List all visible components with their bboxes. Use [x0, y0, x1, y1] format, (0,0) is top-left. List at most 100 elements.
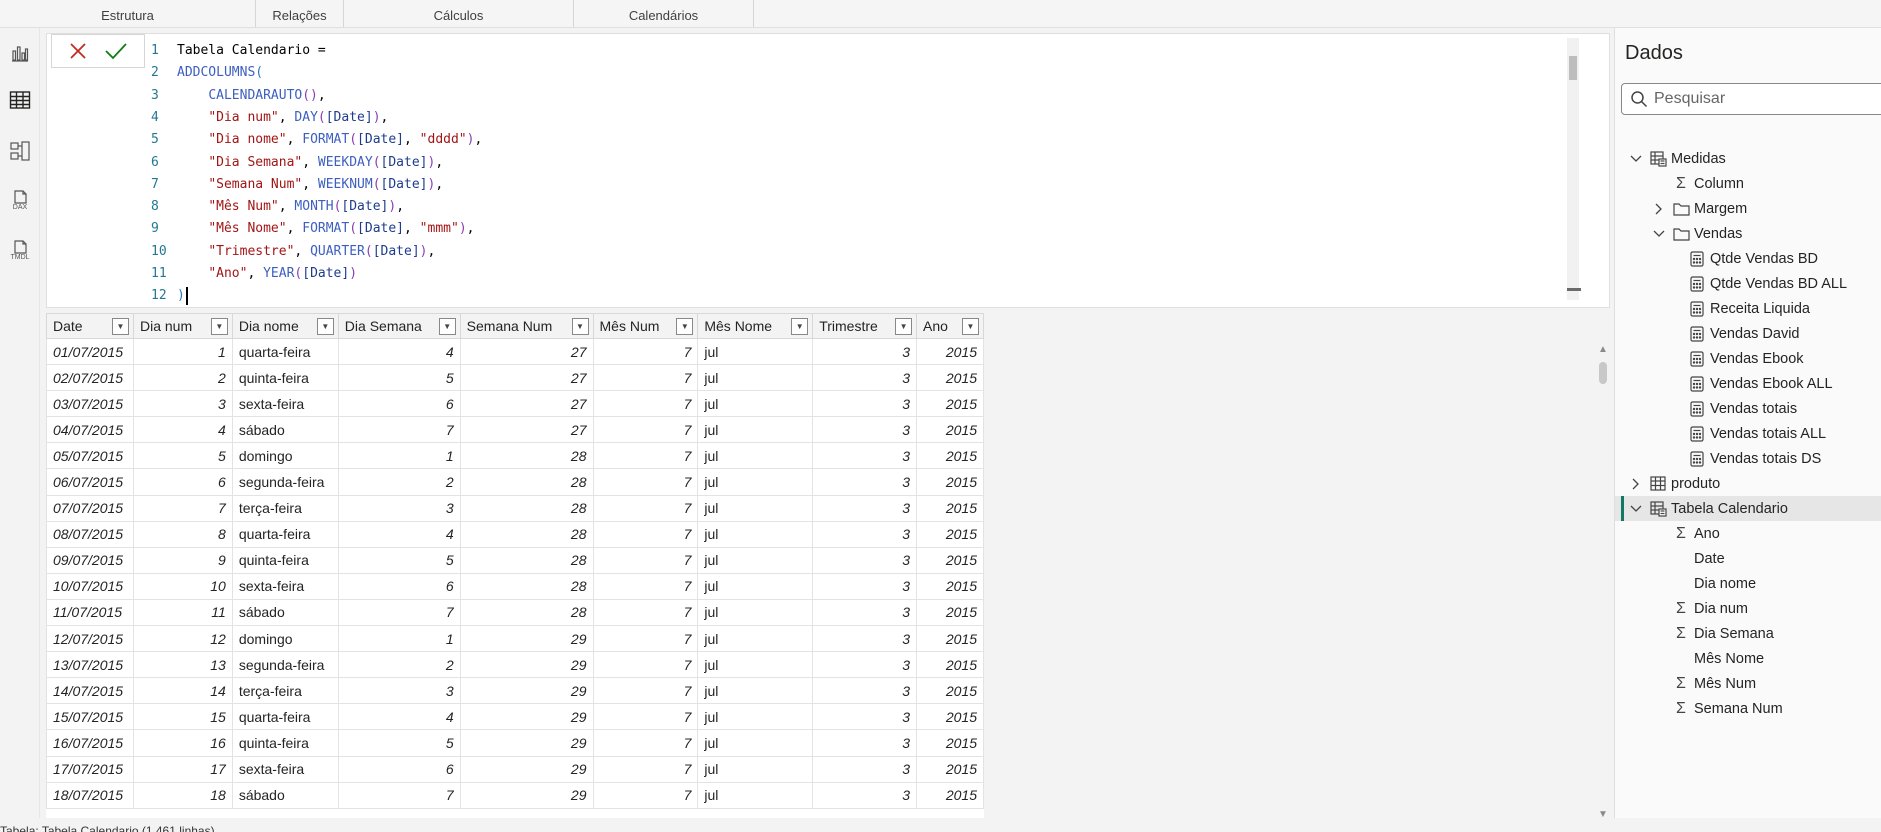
code-scrollbar[interactable]	[1567, 38, 1581, 300]
table-cell[interactable]: sábado	[231, 781, 339, 809]
table-cell[interactable]: 7	[592, 337, 699, 366]
filter-dropdown-icon[interactable]: ▼	[571, 318, 589, 335]
table-row[interactable]: 11/07/2015 11 sábado 7 28 7 jul 3 2015	[46, 598, 984, 627]
table-cell[interactable]: 2015	[916, 677, 984, 705]
table-cell[interactable]: sexta-feira	[231, 572, 339, 600]
filter-dropdown-icon[interactable]: ▼	[962, 318, 979, 335]
table-cell[interactable]: sexta-feira	[231, 755, 339, 783]
tree-item[interactable]: Σ Column	[1615, 171, 1881, 196]
table-cell[interactable]: 15	[132, 703, 233, 731]
table-cell[interactable]: 10/07/2015	[46, 572, 134, 600]
table-cell[interactable]: 2015	[916, 520, 984, 548]
table-cell[interactable]: jul	[697, 755, 814, 783]
table-cell[interactable]: terça-feira	[231, 494, 339, 522]
table-cell[interactable]: 03/07/2015	[46, 390, 134, 418]
table-view-button[interactable]	[5, 85, 35, 115]
table-cell[interactable]: 2015	[916, 416, 984, 444]
table-cell[interactable]: quinta-feira	[231, 546, 339, 574]
search-box[interactable]	[1621, 83, 1881, 115]
table-cell[interactable]: 4	[337, 520, 461, 548]
table-cell[interactable]: quinta-feira	[231, 729, 339, 757]
table-cell[interactable]: 2015	[916, 651, 984, 679]
table-cell[interactable]: 2015	[916, 546, 984, 574]
table-cell[interactable]: 3	[812, 729, 918, 757]
tree-item[interactable]: Date	[1615, 546, 1881, 571]
table-cell[interactable]: 02/07/2015	[46, 364, 134, 392]
table-cell[interactable]: quinta-feira	[231, 364, 339, 392]
filter-dropdown-icon[interactable]: ▼	[791, 318, 809, 335]
dax-query-view-button[interactable]: DAX	[5, 186, 35, 216]
table-cell[interactable]: 18	[132, 781, 233, 809]
table-row[interactable]: 05/07/2015 5 domingo 1 28 7 jul 3 2015	[46, 442, 984, 470]
table-cell[interactable]: 29	[459, 729, 594, 757]
table-cell[interactable]: 12/07/2015	[46, 625, 134, 653]
tree-item[interactable]: produto	[1615, 471, 1881, 496]
table-cell[interactable]: 14	[132, 677, 233, 705]
table-cell[interactable]: 28	[459, 598, 594, 627]
tree-item[interactable]: Σ Ano	[1615, 521, 1881, 546]
table-cell[interactable]: 04/07/2015	[46, 416, 134, 444]
table-cell[interactable]: 27	[459, 364, 594, 392]
table-cell[interactable]: 27	[459, 337, 594, 366]
cancel-button[interactable]	[68, 41, 88, 61]
tree-item[interactable]: Margem	[1615, 196, 1881, 221]
table-cell[interactable]: 7	[592, 729, 699, 757]
table-cell[interactable]: 6	[337, 572, 461, 600]
table-cell[interactable]: 3	[337, 677, 461, 705]
table-cell[interactable]: 7	[592, 442, 699, 470]
table-cell[interactable]: jul	[697, 625, 814, 653]
table-cell[interactable]: jul	[697, 442, 814, 470]
table-cell[interactable]: 3	[812, 677, 918, 705]
table-row[interactable]: 16/07/2015 16 quinta-feira 5 29 7 jul 3 2015	[46, 729, 984, 757]
tree-item[interactable]: Vendas	[1615, 221, 1881, 246]
table-cell[interactable]: 3	[812, 442, 918, 470]
filter-dropdown-icon[interactable]: ▼	[676, 318, 694, 335]
table-cell[interactable]: 5	[132, 442, 233, 470]
table-cell[interactable]: 7	[592, 781, 699, 809]
table-cell[interactable]: 3	[812, 755, 918, 783]
table-cell[interactable]: 5	[337, 546, 461, 574]
table-cell[interactable]: jul	[697, 781, 814, 809]
table-cell[interactable]: 3	[812, 494, 918, 522]
table-cell[interactable]: 17	[132, 755, 233, 783]
table-row[interactable]: 18/07/2015 18 sábado 7 29 7 jul 3 2015	[46, 781, 984, 809]
table-cell[interactable]: 2015	[916, 755, 984, 783]
table-cell[interactable]: 3	[812, 781, 918, 809]
table-row[interactable]: 03/07/2015 3 sexta-feira 6 27 7 jul 3 2015	[46, 390, 984, 418]
table-cell[interactable]: 29	[459, 703, 594, 731]
table-row[interactable]: 15/07/2015 15 quarta-feira 4 29 7 jul 3 2015	[46, 703, 984, 731]
table-cell[interactable]: 10	[132, 572, 233, 600]
table-row[interactable]: 08/07/2015 8 quarta-feira 4 28 7 jul 3 2015	[46, 520, 984, 548]
table-cell[interactable]: 28	[459, 442, 594, 470]
table-cell[interactable]: quarta-feira	[231, 703, 339, 731]
tree-item[interactable]: Vendas Ebook ALL	[1615, 371, 1881, 396]
table-cell[interactable]: 4	[337, 337, 461, 366]
table-cell[interactable]: 2015	[916, 364, 984, 392]
table-cell[interactable]: 29	[459, 755, 594, 783]
table-row[interactable]: 14/07/2015 14 terça-feira 3 29 7 jul 3 2015	[46, 677, 984, 705]
column-header[interactable]: Date ▼	[46, 313, 134, 339]
table-cell[interactable]: terça-feira	[231, 677, 339, 705]
table-cell[interactable]: sexta-feira	[231, 390, 339, 418]
table-cell[interactable]: 7	[592, 416, 699, 444]
tree-item[interactable]: Mês Nome	[1615, 646, 1881, 671]
table-cell[interactable]: 7	[592, 677, 699, 705]
table-cell[interactable]: 9	[132, 546, 233, 574]
table-cell[interactable]: 2	[132, 364, 233, 392]
table-cell[interactable]: jul	[697, 520, 814, 548]
table-cell[interactable]: jul	[697, 598, 814, 627]
column-header[interactable]: Mês Nome ▼	[697, 313, 814, 339]
table-cell[interactable]: 3	[812, 598, 918, 627]
table-cell[interactable]: 29	[459, 677, 594, 705]
table-cell[interactable]: 7	[592, 625, 699, 653]
table-cell[interactable]: 7	[592, 755, 699, 783]
table-cell[interactable]: jul	[697, 416, 814, 444]
table-cell[interactable]: 3	[812, 337, 918, 366]
table-cell[interactable]: 28	[459, 546, 594, 574]
table-cell[interactable]: 3	[812, 651, 918, 679]
chevron-right-icon[interactable]	[1652, 202, 1666, 216]
table-cell[interactable]: 3	[812, 364, 918, 392]
table-cell[interactable]: 6	[132, 468, 233, 496]
table-cell[interactable]: 2015	[916, 390, 984, 418]
table-cell[interactable]: 2015	[916, 729, 984, 757]
